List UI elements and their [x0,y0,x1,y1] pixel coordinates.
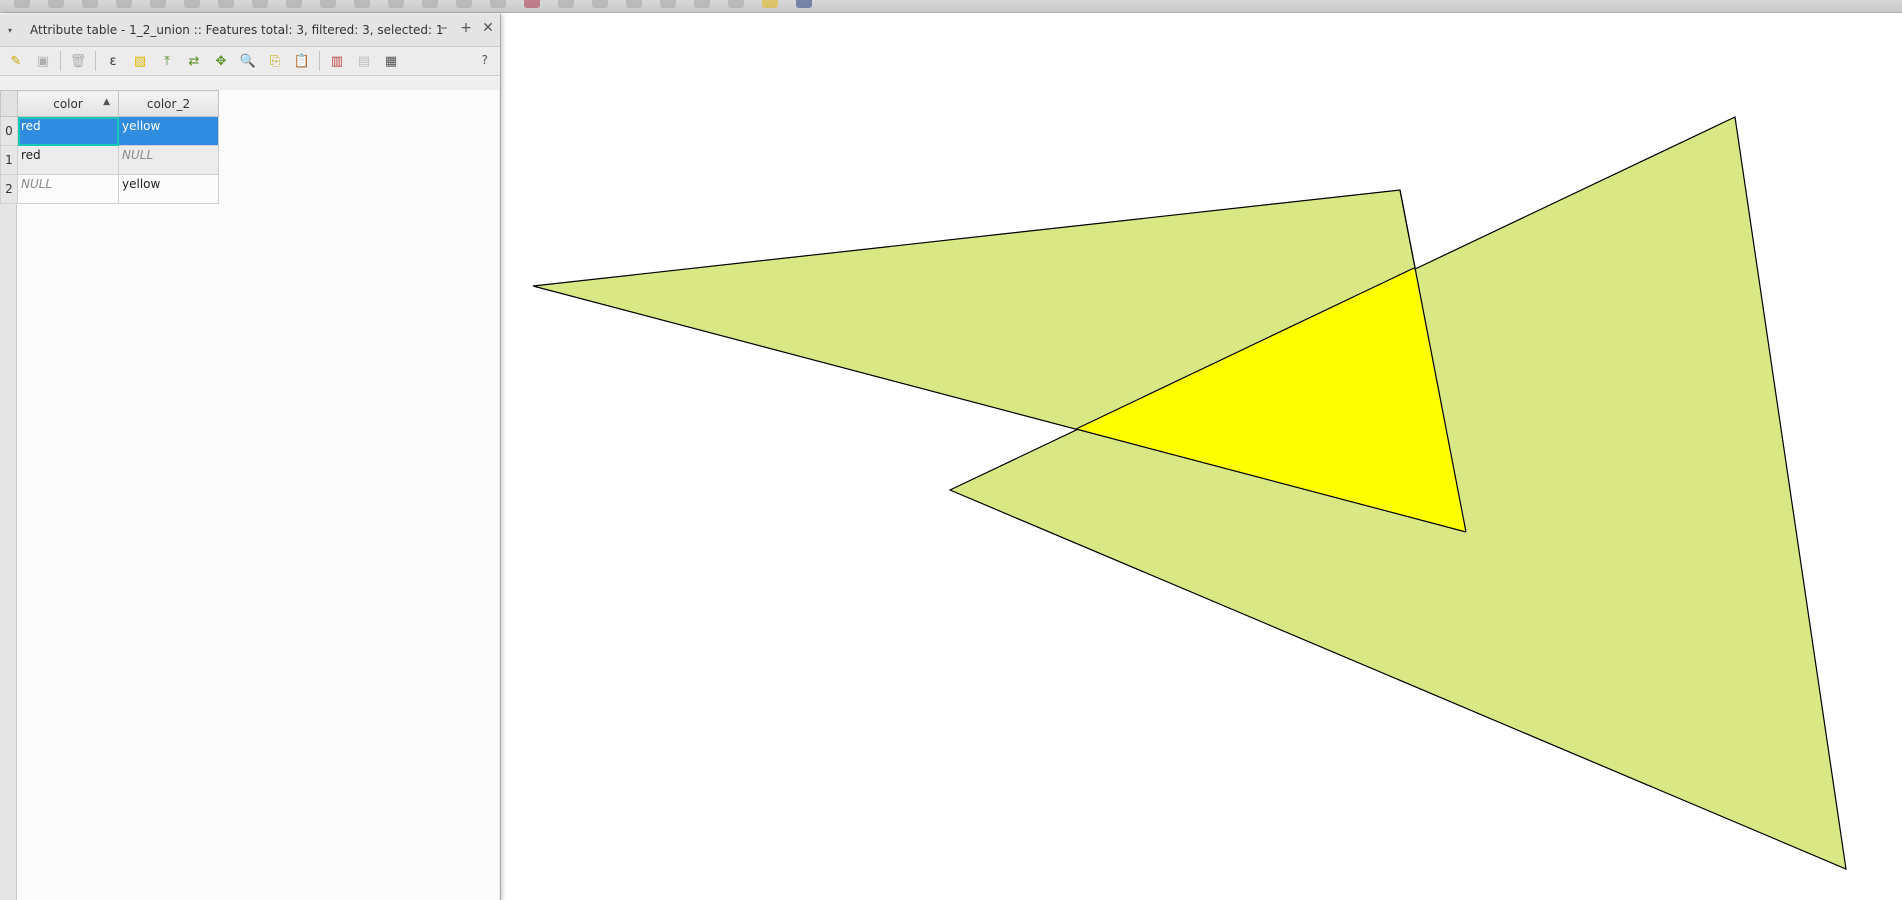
window-title: Attribute table - 1_2_union :: Features … [30,23,444,37]
minimize-icon[interactable]: – [438,20,450,36]
attribute-table: color ▲ color_2 0 red yellow 1 red NULL … [0,90,219,204]
table-row[interactable]: 1 red NULL [0,145,219,175]
help-icon[interactable]: ? [482,53,488,67]
window-buttons: – + ✕ [438,20,494,36]
column-header-color[interactable]: color ▲ [17,90,119,117]
row-header[interactable]: 2 [0,174,18,204]
save-edits-icon[interactable]: ▣ [33,51,53,71]
map-layer-svg [532,116,1847,870]
move-selection-to-top-icon[interactable]: ⤒ [157,51,177,71]
table-corner[interactable] [0,90,18,117]
column-header-label: color_2 [146,96,191,111]
float-icon[interactable]: + [460,20,472,36]
table-cell[interactable]: red [17,145,119,175]
toolbar-stub[interactable] [592,0,608,8]
toolbar-stub[interactable] [490,0,506,8]
toolbar-stub[interactable] [252,0,268,8]
field-calculator-icon[interactable]: ▦ [381,51,401,71]
toolbar-stub[interactable] [184,0,200,8]
toolbar-stub[interactable] [286,0,302,8]
row-header[interactable]: 1 [0,145,18,175]
toggle-editing-icon[interactable]: ✎ [6,51,26,71]
toolbar-stub[interactable] [762,0,778,8]
toolbar-stub[interactable] [422,0,438,8]
toolbar-stub[interactable] [728,0,744,8]
toolbar-separator [60,51,61,71]
column-header-label: color [53,96,83,111]
toolbar-stub[interactable] [558,0,574,8]
dock-title-bar[interactable]: ▾ Attribute table - 1_2_union :: Feature… [0,14,500,47]
zoom-to-selected-icon[interactable]: 🔍 [238,51,258,71]
toolbar-stub[interactable] [388,0,404,8]
select-by-expression-icon[interactable]: ε [103,51,123,71]
table-cell[interactable]: red [17,116,119,146]
toolbar-stub[interactable] [660,0,676,8]
deselect-all-icon[interactable]: ▧ [130,51,150,71]
toolbar-stub[interactable] [524,0,540,8]
map-canvas[interactable] [505,14,1902,900]
toolbar-stub[interactable] [456,0,472,8]
toolbar-stub[interactable] [82,0,98,8]
toolbar-stub[interactable] [48,0,64,8]
delete-features-icon[interactable]: 🗑 [68,51,88,71]
attribute-table-dock: ▾ Attribute table - 1_2_union :: Feature… [0,14,501,900]
toolbar-stub[interactable] [150,0,166,8]
column-header-color-2[interactable]: color_2 [118,90,219,117]
toolbar-stub[interactable] [218,0,234,8]
toolbar-stub[interactable] [694,0,710,8]
table-row[interactable]: 2 NULL yellow [0,174,219,204]
toolbar-stub[interactable] [116,0,132,8]
row-header[interactable]: 0 [0,116,18,146]
sort-ascending-icon: ▲ [103,97,110,107]
pan-to-selected-icon[interactable]: ✥ [211,51,231,71]
invert-selection-icon[interactable]: ⇄ [184,51,204,71]
table-cell-null[interactable]: NULL [17,174,119,204]
toolbar-separator [95,51,96,71]
paste-features-icon[interactable]: 📋 [292,51,312,71]
new-field-icon[interactable]: ▤ [354,51,374,71]
delete-field-icon[interactable]: ▥ [327,51,347,71]
toolbar-separator [319,51,320,71]
table-cell[interactable]: yellow [118,116,219,146]
table-cell[interactable]: yellow [118,174,219,204]
toolbar-stub[interactable] [354,0,370,8]
copy-rows-icon[interactable]: ⎘ [265,51,285,71]
table-cell-null[interactable]: NULL [118,145,219,175]
attribute-table-view[interactable]: color ▲ color_2 0 red yellow 1 red NULL … [0,90,499,900]
row-header-gutter [0,90,17,900]
toolbar-stub[interactable] [14,0,30,8]
toolbar-stub[interactable] [320,0,336,8]
toolbar-stub[interactable] [626,0,642,8]
close-icon[interactable]: ✕ [482,20,494,36]
toolbar-stub[interactable] [796,0,812,8]
collapse-arrow-icon[interactable]: ▾ [8,26,20,35]
table-row[interactable]: 0 red yellow [0,116,219,146]
attribute-toolbar: ✎ ▣ 🗑 ε ▧ ⤒ ⇄ ✥ 🔍 ⎘ 📋 ▥ ▤ ▦ ? [0,47,500,76]
main-toolbar-strip [0,0,1902,13]
